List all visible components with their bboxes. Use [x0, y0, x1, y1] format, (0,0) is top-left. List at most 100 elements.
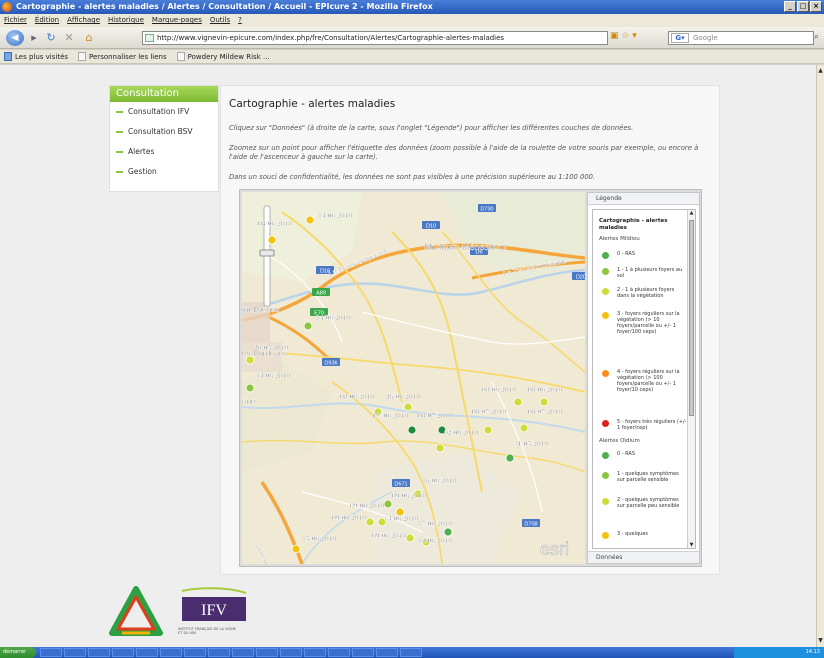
- alert-point-label: 09/06/2010: [350, 501, 384, 510]
- taskbar-item[interactable]: [208, 648, 230, 657]
- page-scrollbar[interactable]: ▲ ▼: [816, 65, 824, 647]
- bookmark-powdery-mildew[interactable]: Powdery Mildew Risk ...: [176, 50, 270, 63]
- bookmark-customize-links[interactable]: Personnaliser les liens: [78, 50, 167, 63]
- alert-point[interactable]: [403, 402, 413, 412]
- alert-point[interactable]: [365, 517, 375, 527]
- road-shield-label: D730: [480, 206, 493, 212]
- taskbar-item[interactable]: [232, 648, 254, 657]
- sidebar-item-consultation-bsv[interactable]: Consultation BSV: [110, 122, 218, 142]
- taskbar-item[interactable]: [256, 648, 278, 657]
- taskbar-item[interactable]: [352, 648, 374, 657]
- alert-point[interactable]: [245, 383, 255, 393]
- search-icon[interactable]: ⌕: [814, 32, 819, 42]
- menu-fichier[interactable]: Fichier: [4, 14, 27, 27]
- alert-point[interactable]: [291, 544, 301, 554]
- alert-point-label: 31/05/2010: [514, 439, 548, 448]
- taskbar-item[interactable]: [64, 648, 86, 657]
- alert-point-label: 16/06/2010: [422, 476, 456, 485]
- legend-dot-icon: [602, 532, 609, 539]
- alert-point[interactable]: [513, 397, 523, 407]
- legend-item-label: 3 - foyers réguliers sur la végétation (…: [617, 311, 680, 335]
- scroll-up-icon[interactable]: ▲: [688, 210, 695, 216]
- legend-body: Cartographie - alertes maladies Alertes …: [592, 209, 696, 549]
- alert-point[interactable]: [383, 499, 393, 509]
- alert-point[interactable]: [405, 533, 415, 543]
- taskbar-item[interactable]: [160, 648, 182, 657]
- road-shield-label: D936: [324, 360, 337, 366]
- start-button[interactable]: démarrer: [0, 647, 36, 658]
- road-shield: D20: [572, 272, 585, 280]
- menu-marque-pages[interactable]: Marque-pages: [152, 14, 202, 27]
- taskbar-item[interactable]: [328, 648, 350, 657]
- taskbar-item[interactable]: [376, 648, 398, 657]
- scroll-up-icon[interactable]: ▲: [817, 67, 824, 75]
- alert-point[interactable]: [245, 355, 255, 365]
- alert-point-label: 08/06/2010: [258, 219, 292, 228]
- map-canvas[interactable]: D730 D10 D6 D18 A89 E70 D936 D20 D708 D671 Montpo…: [242, 192, 585, 564]
- taskbar-item[interactable]: [88, 648, 110, 657]
- taskbar-item[interactable]: [400, 648, 422, 657]
- taskbar-item[interactable]: [40, 648, 62, 657]
- menu-edition[interactable]: Édition: [35, 14, 59, 27]
- page-icon: [78, 52, 87, 61]
- taskbar-item[interactable]: [112, 648, 134, 657]
- legend-scroll-thumb[interactable]: [689, 220, 694, 416]
- alert-point-label: 26/05/2010: [254, 343, 288, 352]
- road-shield: D708: [522, 519, 540, 527]
- system-tray: 14:13: [734, 647, 824, 658]
- sidebar-item-gestion[interactable]: Gestion: [110, 162, 218, 182]
- alert-point[interactable]: [443, 527, 453, 537]
- url-bar[interactable]: http://www.vignevin-epicure.com/index.ph…: [142, 31, 608, 45]
- map-svg[interactable]: D730D10D6D18A89E70D936D20D708D671 Montpo…: [242, 192, 585, 564]
- alert-point[interactable]: [539, 397, 549, 407]
- alert-point[interactable]: [267, 235, 277, 245]
- menu-outils[interactable]: Outils: [210, 14, 230, 27]
- home-button[interactable]: ⌂: [82, 30, 96, 46]
- page-viewport: Consultation Consultation IFV Consultati…: [0, 65, 816, 647]
- alert-point[interactable]: [305, 215, 315, 225]
- ifv-subtitle: INSTITUT FRANÇAIS DE LA VIGNE ET DU VIN: [178, 627, 237, 635]
- close-button[interactable]: ×: [810, 1, 822, 12]
- forward-button[interactable]: ▸: [28, 30, 40, 46]
- alert-point-label: 09/06/2010: [332, 513, 366, 522]
- menu-historique[interactable]: Historique: [108, 14, 144, 27]
- maximize-button[interactable]: □: [797, 1, 809, 12]
- menu-affichage[interactable]: Affichage: [67, 14, 100, 27]
- alert-point-label: 07/06/2010: [374, 411, 408, 420]
- alert-point[interactable]: [303, 321, 313, 331]
- rss-star-icons[interactable]: ▣ ☆ ▾: [610, 31, 637, 41]
- google-engine-icon[interactable]: G▾: [671, 33, 689, 43]
- dash-icon: [116, 171, 123, 173]
- minimize-button[interactable]: _: [784, 1, 796, 12]
- legend-dot-icon: [602, 312, 609, 319]
- taskbar-item[interactable]: [184, 648, 206, 657]
- alert-point-label: 08/06/2010: [528, 385, 562, 394]
- legend-scrollbar[interactable]: ▲ ▼: [687, 210, 695, 548]
- sidebar-item-consultation-ifv[interactable]: Consultation IFV: [110, 102, 218, 122]
- tab-donnees[interactable]: Données: [588, 551, 699, 563]
- tab-legende[interactable]: Légende: [588, 193, 699, 205]
- sidebar-item-alertes[interactable]: Alertes: [110, 142, 218, 162]
- alert-point[interactable]: [483, 425, 493, 435]
- alert-point[interactable]: [407, 425, 417, 435]
- taskbar-item[interactable]: [136, 648, 158, 657]
- search-input[interactable]: G▾ Google: [668, 31, 814, 45]
- taskbar-item[interactable]: [304, 648, 326, 657]
- reload-button[interactable]: ↻: [44, 30, 58, 46]
- legend-item-label: 1 - 1 à plusieurs foyers au sol: [617, 267, 683, 279]
- scroll-down-icon[interactable]: ▼: [688, 542, 695, 548]
- alert-point[interactable]: [519, 423, 529, 433]
- menu-help[interactable]: ?: [238, 14, 242, 27]
- legend-panel: Légende Cartographie - alertes maladies …: [587, 192, 700, 564]
- bookmark-most-visited[interactable]: Les plus visités: [4, 50, 68, 63]
- taskbar-item[interactable]: [280, 648, 302, 657]
- stop-button[interactable]: ✕: [62, 30, 76, 46]
- scroll-down-icon[interactable]: ▼: [817, 637, 824, 645]
- legend-section-mildiou: Alertes Mildiou: [599, 236, 640, 242]
- alert-point-label: 14/06/2010: [316, 313, 350, 322]
- alert-point[interactable]: [505, 453, 515, 463]
- ifv-logo: IFV INSTITUT FRANÇAIS DE LA VIGNE ET DU …: [178, 587, 250, 639]
- alert-point-label: 17/06/2010: [418, 519, 452, 528]
- alert-point[interactable]: [435, 443, 445, 453]
- back-button[interactable]: ◀: [6, 30, 24, 46]
